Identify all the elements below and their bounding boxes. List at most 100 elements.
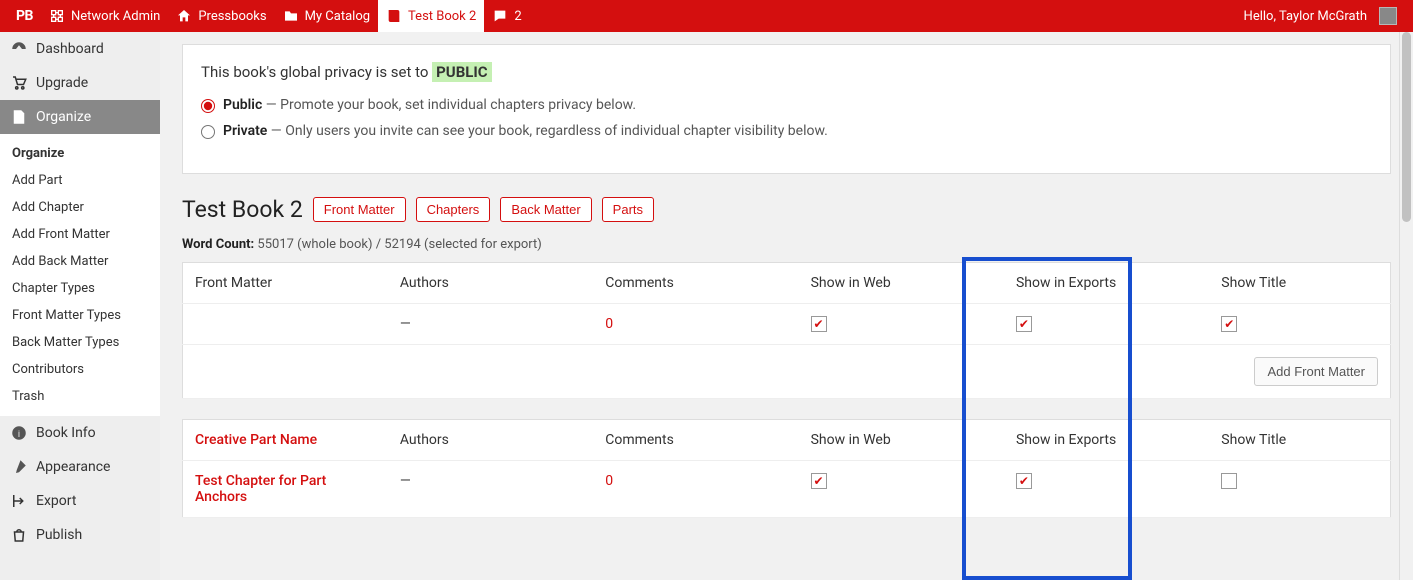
- network-admin-link[interactable]: Network Admin: [41, 0, 168, 32]
- sidebar-item-upgrade[interactable]: Upgrade: [0, 66, 160, 100]
- greeting-text: Hello, Taylor McGrath: [1244, 9, 1367, 24]
- privacy-box: This book's global privacy is set to PUB…: [182, 44, 1391, 174]
- sidebar-item-organize[interactable]: Organize: [0, 100, 160, 134]
- col-front-matter: Front Matter: [183, 263, 388, 304]
- privacy-headline: This book's global privacy is set to PUB…: [201, 63, 1372, 81]
- submenu-back-matter-types[interactable]: Back Matter Types: [0, 329, 160, 356]
- chapter-show-exports-checkbox[interactable]: [1016, 473, 1032, 489]
- comment-icon: [492, 8, 508, 24]
- folder-icon: [283, 8, 299, 24]
- organize-label: Organize: [36, 109, 91, 125]
- col-authors: Authors: [388, 420, 593, 461]
- comments-count: 2: [514, 9, 521, 24]
- fm-show-title-checkbox[interactable]: [1221, 316, 1237, 332]
- submenu-add-chapter[interactable]: Add Chapter: [0, 194, 160, 221]
- parts-button[interactable]: Parts: [602, 197, 654, 222]
- dashboard-icon: [10, 40, 28, 58]
- word-count: Word Count: 55017 (whole book) / 52194 (…: [182, 237, 1391, 252]
- front-matter-table: Front Matter Authors Comments Show in We…: [182, 262, 1391, 399]
- chapter-show-title-checkbox[interactable]: [1221, 473, 1237, 489]
- pb-logo[interactable]: PB: [8, 0, 41, 32]
- page-title: Test Book 2: [182, 196, 303, 223]
- main-content: This book's global privacy is set to PUB…: [160, 32, 1413, 580]
- submenu-front-matter-types[interactable]: Front Matter Types: [0, 302, 160, 329]
- part-name-header[interactable]: Creative Part Name: [183, 420, 388, 461]
- export-icon: [10, 492, 28, 510]
- admin-bar: PB Network Admin Pressbooks My Catalog T…: [0, 0, 1413, 32]
- submenu-contributors[interactable]: Contributors: [0, 356, 160, 383]
- part-table: Creative Part Name Authors Comments Show…: [182, 419, 1391, 518]
- export-label: Export: [36, 493, 76, 509]
- appearance-label: Appearance: [36, 459, 110, 475]
- fm-show-web-checkbox[interactable]: [811, 316, 827, 332]
- back-matter-button[interactable]: Back Matter: [500, 197, 591, 222]
- submenu-add-part[interactable]: Add Part: [0, 167, 160, 194]
- sidebar-item-dashboard[interactable]: Dashboard: [0, 32, 160, 66]
- pressbooks-link[interactable]: Pressbooks: [168, 0, 274, 32]
- my-catalog-link[interactable]: My Catalog: [275, 0, 378, 32]
- upgrade-label: Upgrade: [36, 75, 88, 91]
- home-icon: [176, 8, 192, 24]
- submenu-add-back-matter[interactable]: Add Back Matter: [0, 248, 160, 275]
- submenu-add-front-matter[interactable]: Add Front Matter: [0, 221, 160, 248]
- chapter-comments[interactable]: 0: [593, 461, 798, 518]
- fm-show-exports-checkbox[interactable]: [1016, 316, 1032, 332]
- private-radio[interactable]: [201, 125, 215, 139]
- table-footer-row: Add Front Matter: [183, 345, 1391, 399]
- col-comments: Comments: [593, 263, 798, 304]
- col-show-title: Show Title: [1209, 420, 1390, 461]
- current-book-link[interactable]: Test Book 2: [378, 0, 484, 32]
- privacy-public-option[interactable]: Public — Promote your book, set individu…: [201, 97, 1372, 113]
- col-comments: Comments: [593, 420, 798, 461]
- scrollbar-thumb[interactable]: [1402, 32, 1411, 222]
- title-row: Test Book 2 Front Matter Chapters Back M…: [182, 196, 1391, 223]
- chapters-button[interactable]: Chapters: [416, 197, 491, 222]
- fm-authors: —: [388, 304, 593, 345]
- chapter-name[interactable]: Test Chapter for Part Anchors: [183, 461, 388, 518]
- cart-icon: [10, 74, 28, 92]
- book-icon: [386, 8, 402, 24]
- fm-comments[interactable]: 0: [593, 304, 798, 345]
- publish-label: Publish: [36, 527, 82, 543]
- book-info-label: Book Info: [36, 425, 96, 441]
- submenu-organize[interactable]: Organize: [0, 140, 160, 167]
- bag-icon: [10, 526, 28, 544]
- public-radio[interactable]: [201, 99, 215, 113]
- info-icon: i: [10, 424, 28, 442]
- table-header-row: Creative Part Name Authors Comments Show…: [183, 420, 1391, 461]
- scrollbar[interactable]: [1399, 32, 1413, 580]
- network-admin-label: Network Admin: [71, 9, 160, 24]
- table-row: Test Chapter for Part Anchors — 0: [183, 461, 1391, 518]
- submenu-trash[interactable]: Trash: [0, 383, 160, 410]
- col-show-web: Show in Web: [799, 420, 1004, 461]
- sidebar-item-export[interactable]: Export: [0, 484, 160, 518]
- my-catalog-label: My Catalog: [305, 9, 370, 24]
- privacy-private-option[interactable]: Private — Only users you invite can see …: [201, 123, 1372, 139]
- comments-link[interactable]: 2: [484, 0, 529, 32]
- public-badge: PUBLIC: [432, 62, 491, 82]
- submenu-chapter-types[interactable]: Chapter Types: [0, 275, 160, 302]
- sidebar-item-book-info[interactable]: i Book Info: [0, 416, 160, 450]
- sidebar-item-publish[interactable]: Publish: [0, 518, 160, 552]
- col-authors: Authors: [388, 263, 593, 304]
- user-greeting[interactable]: Hello, Taylor McGrath: [1236, 0, 1405, 32]
- chapter-authors: —: [388, 461, 593, 518]
- col-show-web: Show in Web: [799, 263, 1004, 304]
- chapter-show-web-checkbox[interactable]: [811, 473, 827, 489]
- col-show-exports: Show in Exports: [1004, 420, 1209, 461]
- add-front-matter-button[interactable]: Add Front Matter: [1254, 357, 1378, 386]
- col-show-title: Show Title: [1209, 263, 1390, 304]
- sidebar-item-appearance[interactable]: Appearance: [0, 450, 160, 484]
- current-book-label: Test Book 2: [408, 9, 476, 24]
- front-matter-button[interactable]: Front Matter: [313, 197, 406, 222]
- network-icon: [49, 8, 65, 24]
- admin-sidebar: Dashboard Upgrade Organize Organize Add …: [0, 32, 160, 580]
- dashboard-label: Dashboard: [36, 41, 104, 57]
- table-header-row: Front Matter Authors Comments Show in We…: [183, 263, 1391, 304]
- brush-icon: [10, 458, 28, 476]
- svg-text:i: i: [18, 430, 20, 440]
- organize-submenu: Organize Add Part Add Chapter Add Front …: [0, 134, 160, 416]
- pressbooks-label: Pressbooks: [198, 9, 266, 24]
- avatar: [1379, 7, 1397, 25]
- col-show-exports: Show in Exports: [1004, 263, 1209, 304]
